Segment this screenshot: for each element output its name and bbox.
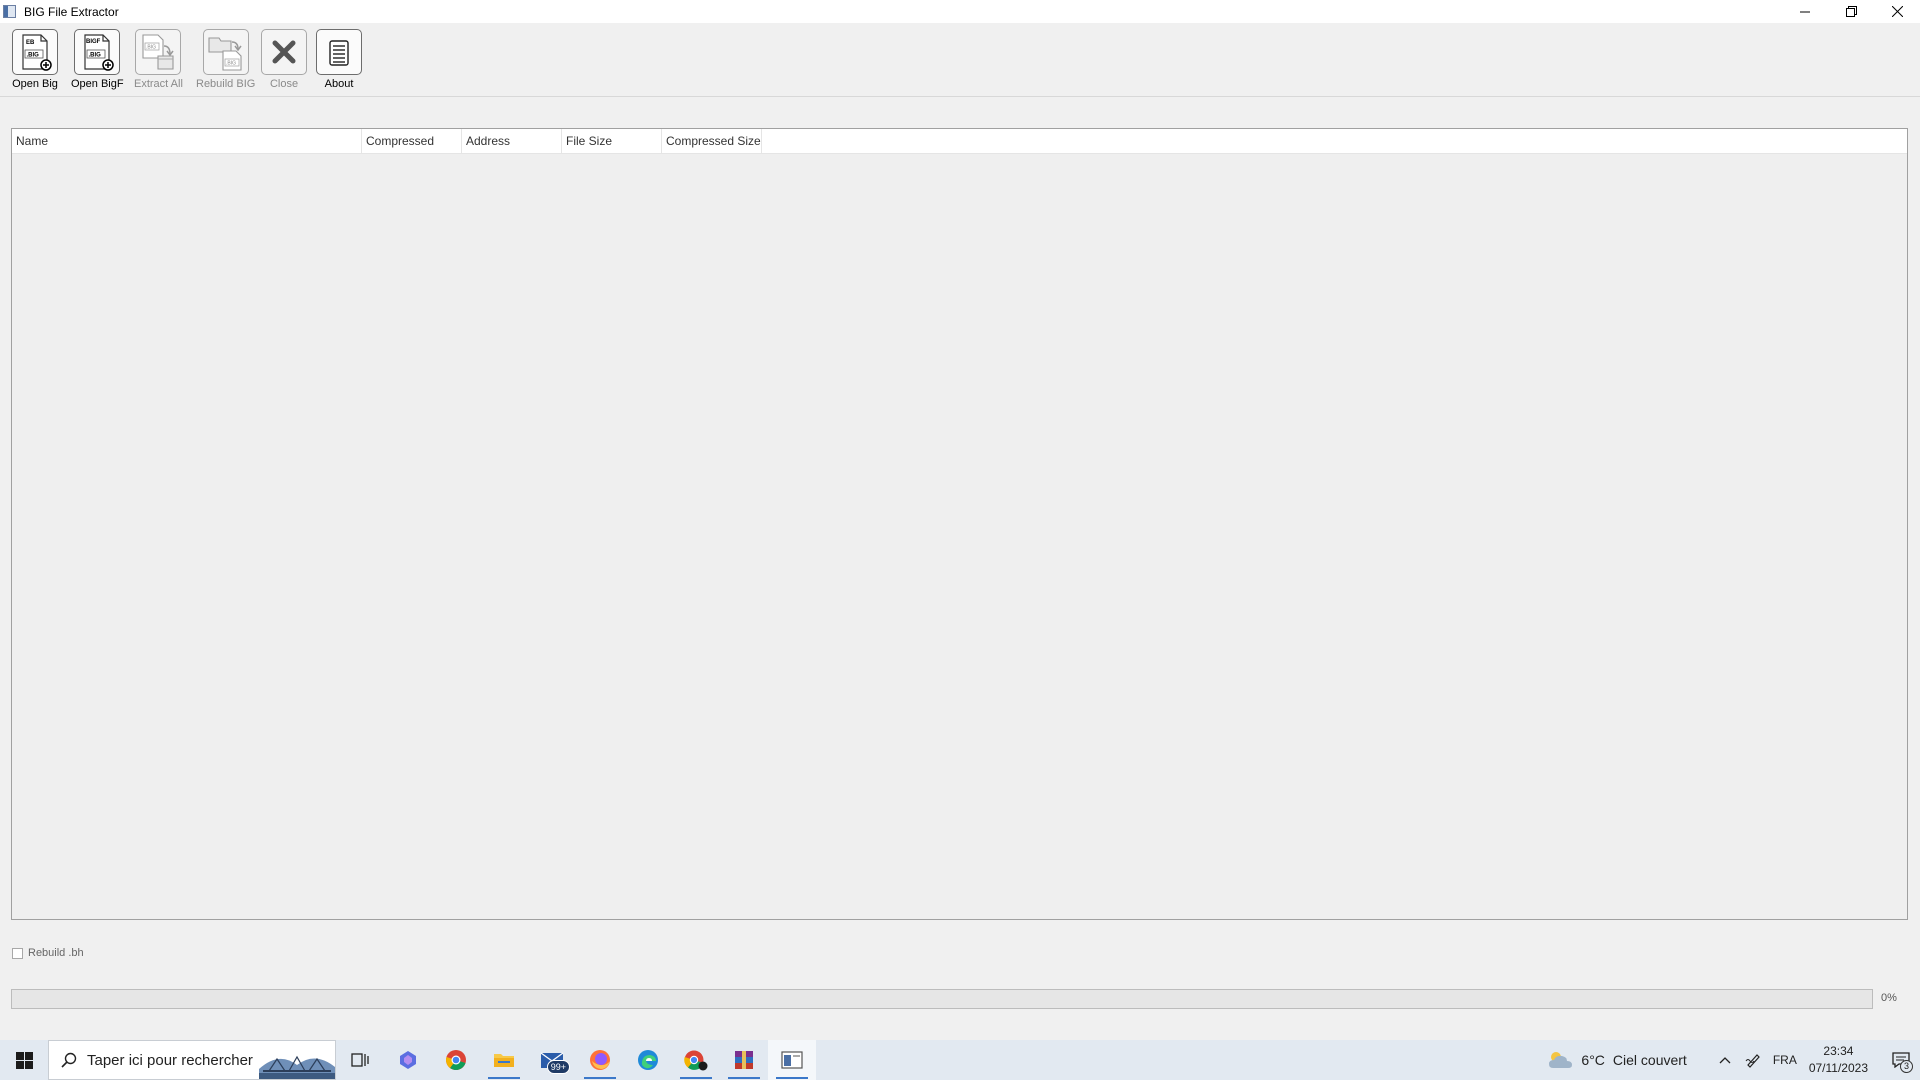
search-placeholder: Taper ici pour rechercher (87, 1051, 253, 1069)
svg-text:.BIG: .BIG (146, 45, 156, 51)
restore-button[interactable] (1828, 0, 1874, 23)
rebuild-bh-option[interactable]: Rebuild .bh (12, 947, 84, 959)
taskbar-search-box[interactable]: Taper ici pour rechercher (48, 1040, 336, 1080)
close-icon (1891, 6, 1903, 17)
weather-temperature: 6°C (1581, 1052, 1605, 1068)
column-header-compressed[interactable]: Compressed (362, 129, 462, 153)
show-hidden-icons-button[interactable] (1711, 1040, 1739, 1080)
search-icon (61, 1052, 77, 1068)
toolbar: EB .BIG Open Big BIGF .BIG Open BigF .BI… (0, 23, 1920, 97)
open-big-button[interactable]: EB .BIG Open Big (12, 29, 58, 90)
column-header-name[interactable]: Name (12, 129, 362, 153)
chevron-up-icon (1719, 1057, 1731, 1064)
system-tray: 6°C Ciel couvert FRA 23:34 07/11/2023 3 (1547, 1040, 1920, 1080)
extract-all-button[interactable]: .BIG Extract All (134, 29, 183, 90)
input-language[interactable]: FRA (1773, 1053, 1797, 1067)
mail-unread-badge: 99+ (546, 1060, 570, 1074)
taskbar-app-copilot[interactable] (384, 1040, 432, 1080)
notification-center-button[interactable]: 3 (1882, 1040, 1920, 1080)
open-big-icon: EB .BIG (22, 34, 52, 71)
svg-text:BIGF: BIGF (86, 39, 101, 45)
svg-text:.BIG: .BIG (89, 53, 102, 59)
progress-bar (11, 989, 1873, 1009)
folder-icon (494, 1054, 514, 1067)
clock-date: 07/11/2023 (1808, 1061, 1868, 1075)
chrome-profile-icon (684, 1050, 708, 1071)
rebuild-bh-label: Rebuild .bh (28, 947, 84, 959)
open-bigf-icon: BIGF .BIG (84, 34, 115, 71)
svg-text:.BIG: .BIG (226, 61, 236, 67)
minimize-icon (1800, 11, 1810, 12)
restore-icon (1845, 6, 1857, 17)
taskbar: Taper ici pour rechercher 99+ 6°C Ciel c… (0, 1040, 1920, 1080)
open-bigf-button[interactable]: BIGF .BIG Open BigF (71, 29, 124, 90)
taskbar-app-big-file-extractor[interactable] (768, 1040, 816, 1080)
column-header-compressed-size[interactable]: Compressed Size (662, 129, 762, 153)
big-file-extractor-taskbar-icon (781, 1051, 803, 1069)
weather-condition: Ciel couvert (1612, 1052, 1687, 1068)
column-header-file-size[interactable]: File Size (562, 129, 662, 153)
rebuild-big-icon: .BIG (208, 37, 242, 71)
taskbar-app-mail[interactable]: 99+ (528, 1040, 576, 1080)
close-file-button[interactable]: Close (261, 29, 307, 90)
extract-all-label: Extract All (134, 78, 183, 90)
file-list-header: Name Compressed Address File Size Compre… (12, 129, 1907, 154)
open-big-label: Open Big (12, 78, 58, 90)
taskbar-app-chrome-profile[interactable] (672, 1040, 720, 1080)
close-file-label: Close (269, 78, 299, 90)
firefox-icon (590, 1050, 610, 1070)
title-bar: BIG File Extractor (0, 0, 1920, 23)
pen-tray-button[interactable] (1739, 1040, 1767, 1080)
start-button[interactable] (0, 1040, 48, 1080)
windows-icon (15, 1051, 33, 1069)
bridge-illustration-icon (259, 1041, 335, 1079)
taskbar-app-edge[interactable] (624, 1040, 672, 1080)
copilot-icon (400, 1051, 416, 1069)
edge-icon (638, 1050, 658, 1070)
clock-time: 23:34 (1823, 1044, 1854, 1058)
taskbar-app-winrar[interactable] (720, 1040, 768, 1080)
chrome-icon (446, 1050, 466, 1070)
minimize-button[interactable] (1782, 0, 1828, 23)
pen-icon (1745, 1054, 1760, 1068)
rebuild-bh-checkbox[interactable] (12, 947, 23, 959)
window-title: BIG File Extractor (24, 4, 119, 19)
column-header-address[interactable]: Address (462, 129, 562, 153)
winrar-icon (735, 1051, 753, 1069)
about-icon (329, 40, 349, 66)
rebuild-big-label: Rebuild BIG (196, 78, 256, 90)
svg-text:.BIG: .BIG (27, 53, 40, 59)
cloudy-weather-icon (1549, 1052, 1573, 1068)
progress-percent: 0% (1881, 992, 1897, 1004)
file-list[interactable]: Name Compressed Address File Size Compre… (11, 128, 1908, 920)
taskbar-app-firefox[interactable] (576, 1040, 624, 1080)
close-window-button[interactable] (1874, 0, 1920, 23)
weather-widget[interactable]: 6°C Ciel couvert (1547, 1050, 1687, 1070)
rebuild-big-button[interactable]: .BIG Rebuild BIG (196, 29, 255, 90)
close-file-icon (272, 40, 296, 64)
taskbar-app-file-explorer[interactable] (480, 1040, 528, 1080)
window-controls (1782, 0, 1920, 23)
svg-text:EB: EB (26, 40, 35, 46)
task-view-icon (351, 1053, 369, 1067)
task-view-button[interactable] (336, 1040, 384, 1080)
open-bigf-label: Open BigF (71, 78, 124, 90)
app-icon (3, 5, 16, 18)
about-label: About (324, 78, 354, 90)
about-button[interactable]: About (316, 29, 362, 90)
taskbar-app-chrome[interactable] (432, 1040, 480, 1080)
notification-count-badge: 3 (1899, 1060, 1913, 1073)
extract-all-icon: .BIG (142, 34, 175, 70)
taskbar-clock[interactable]: 23:34 07/11/2023 (1809, 1043, 1868, 1077)
